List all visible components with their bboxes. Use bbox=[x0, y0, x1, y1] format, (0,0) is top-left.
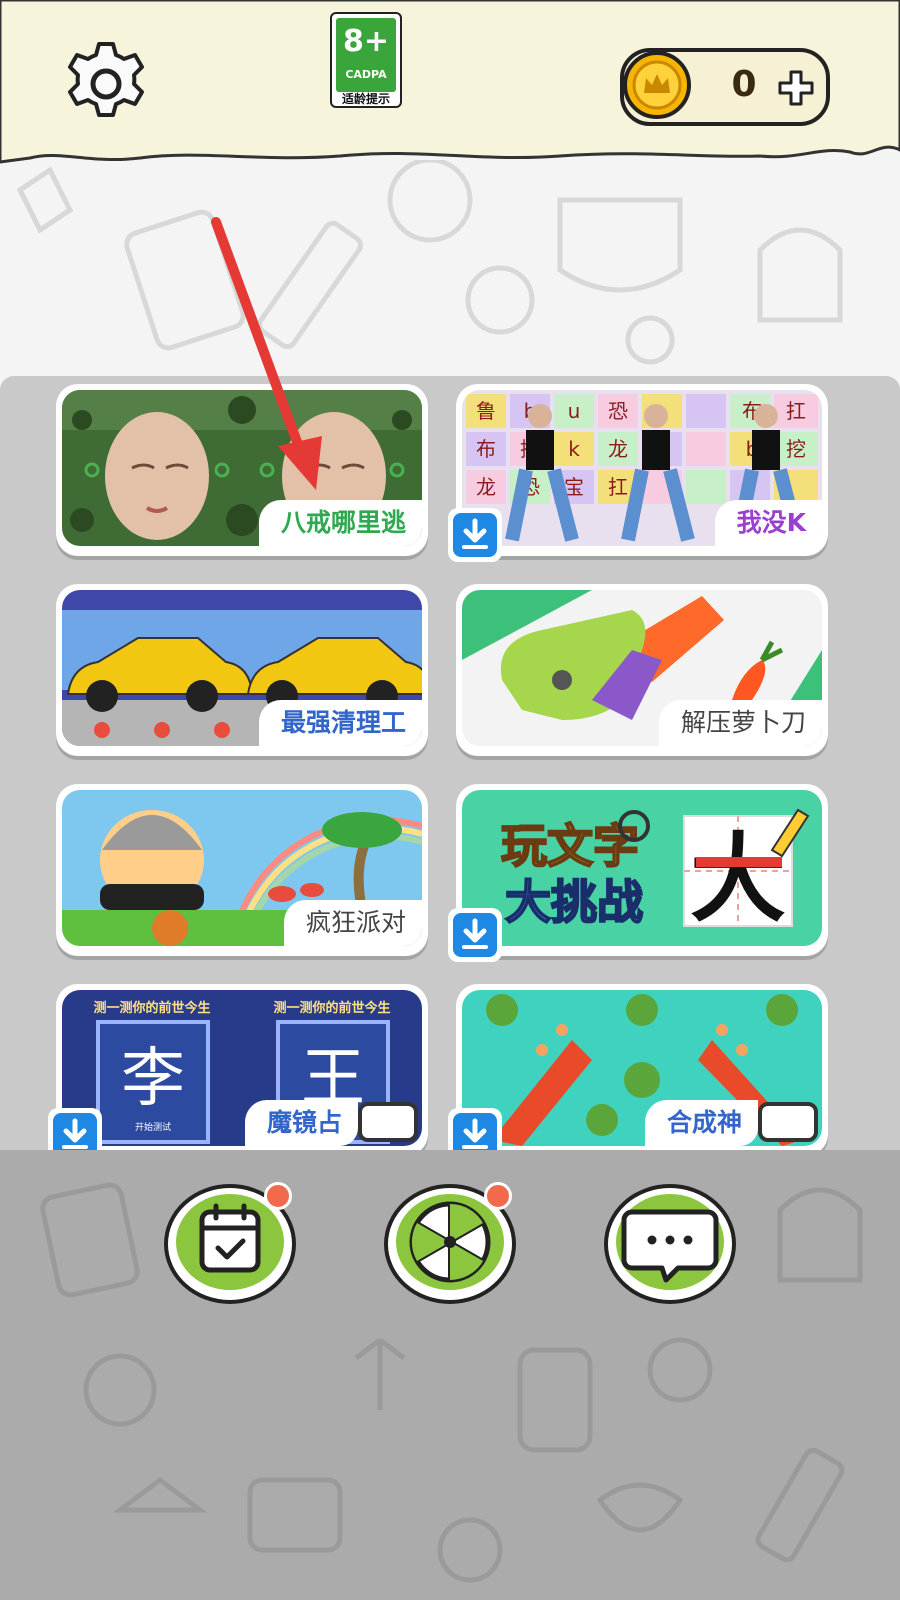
age-rating-tip: 适龄提示 bbox=[341, 92, 390, 106]
game-label-8: 合成神 bbox=[644, 1100, 758, 1146]
notification-badge bbox=[484, 1182, 512, 1210]
svg-text:扛: 扛 bbox=[786, 399, 806, 423]
download-button[interactable] bbox=[448, 908, 502, 962]
age-rating-badge: 8+ CADPA 适龄提示 bbox=[330, 12, 402, 108]
chat-bubble-icon bbox=[604, 1184, 736, 1304]
svg-text:k: k bbox=[568, 437, 580, 461]
download-arrow-icon bbox=[462, 1118, 488, 1149]
download-arrow-icon bbox=[462, 918, 488, 949]
game-label-2: 我没K bbox=[714, 500, 822, 546]
game6-title-2: 大挑战 bbox=[505, 875, 643, 929]
download-arrow-icon bbox=[462, 518, 488, 549]
game-card-7[interactable]: 测一测你的前世今生 测一测你的前世今生 李 王 开始测试 魔镜占 bbox=[48, 984, 428, 1150]
svg-text:龙: 龙 bbox=[608, 437, 628, 461]
download-button[interactable] bbox=[448, 1108, 502, 1150]
age-rating-green-panel: 8+ CADPA bbox=[336, 18, 396, 92]
svg-text:布: 布 bbox=[476, 437, 496, 461]
game-card-1[interactable]: 八戒哪里逃 bbox=[56, 384, 428, 556]
game-card-3[interactable]: 最强清理工 bbox=[56, 584, 428, 756]
game7-sub: 开始测试 bbox=[135, 1121, 171, 1133]
game-label-3: 最强清理工 bbox=[258, 700, 422, 746]
game-card-5[interactable]: 疯狂派对 bbox=[56, 784, 428, 956]
game-label-5: 疯狂派对 bbox=[283, 900, 422, 946]
game-card-2[interactable]: 鲁 b u 恐 布 挖 k 龙 龙 恐 宝 扛 布 扛 b 挖 bbox=[448, 384, 828, 562]
lucky-wheel-button[interactable] bbox=[380, 1178, 520, 1306]
game-label-4: 解压萝卜刀 bbox=[658, 700, 822, 746]
svg-text:扛: 扛 bbox=[608, 475, 628, 499]
notification-badge bbox=[264, 1182, 292, 1210]
settings-gear-icon[interactable] bbox=[62, 40, 150, 128]
game7-banner-left: 测一测你的前世今生 bbox=[93, 1000, 210, 1016]
svg-text:恐: 恐 bbox=[608, 399, 628, 423]
svg-text:u: u bbox=[568, 399, 581, 423]
game-label-1: 八戒哪里逃 bbox=[258, 500, 422, 546]
gold-coin-icon bbox=[623, 51, 691, 119]
svg-text:龙: 龙 bbox=[476, 475, 496, 499]
add-coins-plus-icon[interactable] bbox=[776, 68, 816, 108]
game-card-8[interactable]: 合成神 bbox=[448, 984, 828, 1150]
download-arrow-icon bbox=[62, 1118, 88, 1149]
tile-text: 鲁 bbox=[476, 399, 496, 423]
game6-char: 大 bbox=[690, 823, 786, 935]
messages-button[interactable] bbox=[600, 1178, 740, 1306]
video-ad-icon[interactable] bbox=[358, 1102, 418, 1142]
game-card-4[interactable]: 解压萝卜刀 bbox=[456, 584, 828, 756]
age-rating-org: CADPA bbox=[345, 68, 387, 81]
download-button[interactable] bbox=[48, 1108, 102, 1150]
video-ad-icon[interactable] bbox=[758, 1102, 818, 1142]
game-label-7: 魔镜占 bbox=[244, 1100, 358, 1146]
svg-text:挖: 挖 bbox=[786, 437, 806, 461]
game-thumbnail-6: 大 玩文字 大挑战 bbox=[462, 790, 822, 946]
coin-count: 0 bbox=[731, 64, 757, 105]
age-rating-number: 8+ bbox=[342, 24, 389, 59]
checkin-calendar-button[interactable] bbox=[160, 1178, 300, 1306]
download-button[interactable] bbox=[448, 508, 502, 562]
game7-char-left: 李 bbox=[121, 1042, 185, 1116]
game-grid[interactable]: 八戒哪里逃 鲁 u 恐 布 k 龙 龙 恐 宝 扛 布 扛 挖 我没K 最强清理… bbox=[0, 376, 900, 1150]
game7-banner-right: 测一测你的前世今生 bbox=[273, 1000, 390, 1016]
top-bar: 8+ CADPA 适龄提示 0 bbox=[0, 0, 900, 175]
game-card-6[interactable]: 大 玩文字 大挑战 bbox=[448, 784, 828, 962]
coin-balance: 0 bbox=[620, 48, 830, 126]
